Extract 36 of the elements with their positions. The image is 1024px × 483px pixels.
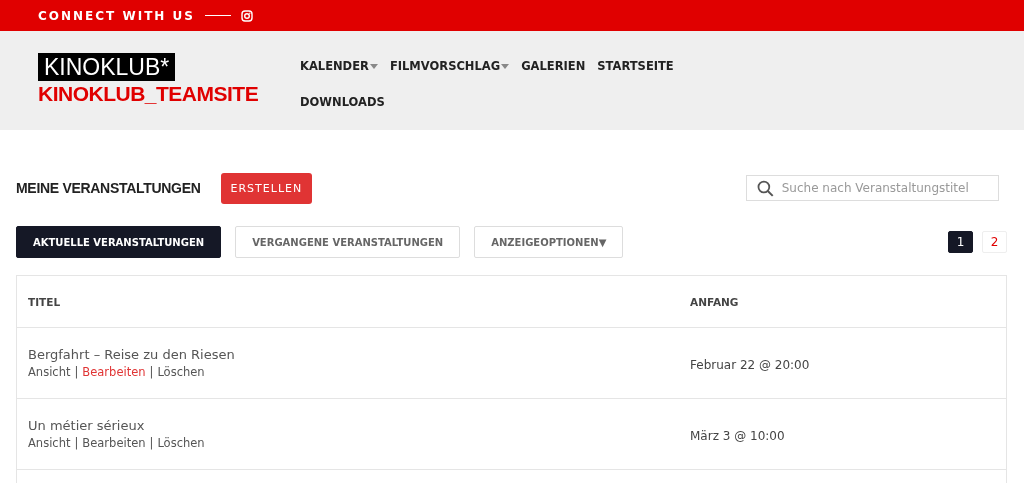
site-name[interactable]: KINOKLUB_TEAMSITE [38, 81, 300, 107]
search-icon [757, 179, 774, 197]
logo-wordmark[interactable]: KINOKLUB* [38, 53, 176, 81]
column-header: ANFANG [679, 275, 1007, 328]
nav-link[interactable]: KALENDER [300, 55, 378, 77]
action-link[interactable]: Ansicht [28, 365, 71, 379]
nav-link[interactable]: DOWNLOADS [300, 91, 385, 113]
action-link[interactable]: Bearbeiten [82, 436, 146, 450]
separator-text: | [149, 436, 154, 450]
filter-tab[interactable]: AKTUELLE VERANSTALTUNGEN [16, 226, 222, 258]
instagram-icon[interactable] [240, 9, 253, 22]
caret-icon [501, 63, 510, 69]
separator-text: | [74, 436, 79, 450]
nav-link[interactable]: GALERIEN [521, 55, 586, 77]
nav-link[interactable]: STARTSEITE [597, 55, 674, 77]
page-button[interactable]: 2 [982, 231, 1007, 253]
display-options-button[interactable]: ANZEIGEOPTIONEN▼ [474, 226, 624, 258]
action-link[interactable]: Löschen [157, 436, 205, 450]
separator-text: | [149, 365, 154, 379]
create-button[interactable]: ERSTELLEN [220, 172, 313, 204]
event-start: Februar 22 @ 20:00 [690, 357, 810, 372]
action-link[interactable]: Bearbeiten [82, 365, 146, 379]
action-link[interactable]: Löschen [157, 365, 205, 379]
connect-text: CONNECT WITH US [38, 8, 195, 23]
column-header: TITEL [16, 275, 679, 328]
nav-link[interactable]: FILMVORSCHLAG [389, 55, 510, 77]
separator-text: | [74, 365, 79, 379]
page-heading: MEINE VERANSTALTUNGEN [16, 180, 201, 196]
event-start: März 3 @ 10:00 [690, 428, 785, 443]
event-title: Bergfahrt – Reise zu den Riesen [28, 347, 236, 362]
page-button[interactable]: 1 [948, 231, 973, 253]
action-link[interactable]: Ansicht [28, 436, 71, 450]
event-title: Un métier sérieux [28, 418, 146, 433]
filter-tab[interactable]: VERGANGENE VERANSTALTUNGEN [235, 226, 461, 258]
caret-icon [369, 63, 378, 69]
search-field[interactable]: Suche nach Veranstaltungstitel [746, 175, 999, 201]
